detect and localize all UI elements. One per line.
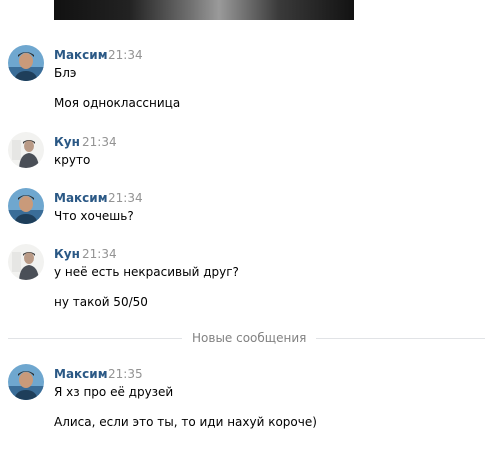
- avatar[interactable]: [8, 45, 44, 81]
- avatar[interactable]: [8, 244, 44, 280]
- message-author[interactable]: Кун: [54, 247, 80, 261]
- message-author[interactable]: Максим: [54, 191, 108, 205]
- message-text: Что хочешь?: [54, 209, 134, 223]
- photo-attachment[interactable]: [54, 0, 354, 20]
- message-text: Я хз про её друзей: [54, 385, 174, 399]
- message-time[interactable]: 21:35: [108, 367, 143, 381]
- message-time[interactable]: 21:34: [82, 247, 117, 261]
- message-time[interactable]: 21:34: [108, 191, 143, 205]
- message-text: Блэ: [54, 66, 77, 80]
- message-author[interactable]: Кун: [54, 135, 80, 149]
- message-text: у неё есть некрасивый друг?: [54, 265, 239, 279]
- avatar[interactable]: [8, 188, 44, 224]
- message-author[interactable]: Максим: [54, 48, 108, 62]
- message-text: ну такой 50/50: [54, 295, 148, 309]
- avatar[interactable]: [8, 364, 44, 400]
- message-text: Моя одноклассница: [54, 96, 181, 110]
- message-author[interactable]: Максим: [54, 367, 108, 381]
- new-messages-label: Новые сообщения: [182, 331, 317, 345]
- avatar[interactable]: [8, 132, 44, 168]
- message-time[interactable]: 21:34: [82, 135, 117, 149]
- message-time[interactable]: 21:34: [108, 48, 143, 62]
- message-text: Алиса, если это ты, то иди нахуй короче): [54, 415, 317, 429]
- message-text: круто: [54, 153, 91, 167]
